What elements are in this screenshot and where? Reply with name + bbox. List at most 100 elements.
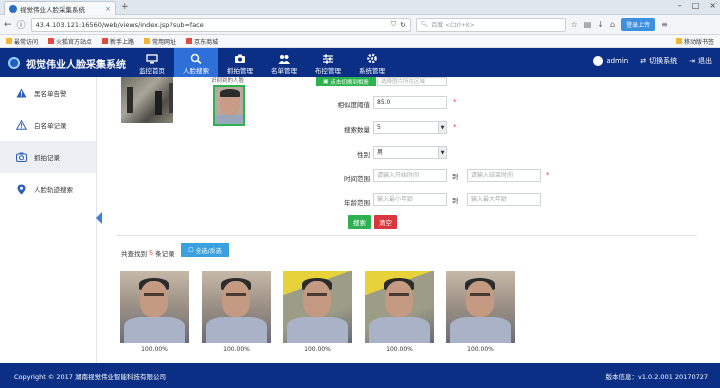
result-face-image — [446, 271, 515, 343]
browser-tab[interactable]: 视觉伟业人脸采集系统 × — [4, 1, 116, 15]
required-mark: * — [546, 171, 550, 179]
similarity-input[interactable]: 85.0 — [373, 96, 447, 109]
nav-capture[interactable]: 抓拍管理 — [218, 48, 262, 77]
sidebar-item-label: 白名单记录 — [34, 122, 67, 130]
age-min-input[interactable]: 输入最小年龄 — [373, 193, 447, 206]
bookmark-item[interactable]: 常用网址 — [144, 37, 176, 46]
warning-outline-icon — [16, 120, 27, 131]
count-label: 搜索数量 — [344, 126, 370, 134]
result-card[interactable]: 100.00% — [283, 271, 352, 357]
result-card[interactable]: 100.00% — [365, 271, 434, 357]
nav-monitor[interactable]: 监控首页 — [130, 48, 174, 77]
nav-label: 监控首页 — [139, 67, 165, 75]
age-max-input[interactable]: 输入最大年龄 — [467, 193, 541, 206]
bookmark-item[interactable]: 新手上路 — [102, 37, 134, 46]
checkbox-icon: ☐ — [188, 246, 194, 254]
select-all-button[interactable]: ☐ 全选/反选 — [181, 243, 229, 257]
result-face-image — [202, 271, 271, 343]
user-menu[interactable]: admin — [593, 56, 628, 66]
switch-system-button[interactable]: ⇄ 切换系统 — [640, 56, 677, 66]
library-icon[interactable]: ▤ — [584, 20, 592, 29]
app-logo-icon — [8, 57, 20, 69]
tab-close-icon[interactable]: × — [105, 5, 111, 13]
maximize-icon[interactable]: □ — [692, 1, 700, 10]
firefox-icon — [102, 38, 109, 44]
url-text: 43.4.103.121:16560/web/views/index.jsp?s… — [35, 20, 204, 29]
bookmark-item[interactable]: 最常访问 — [6, 37, 38, 46]
result-score: 100.00% — [386, 346, 413, 353]
sidebar-item-label: 人脸轨迹搜索 — [34, 186, 73, 194]
required-mark: * — [453, 123, 457, 131]
star-icon[interactable]: ☆ — [571, 20, 578, 29]
result-score: 100.00% — [304, 346, 331, 353]
nav-label: 系统管理 — [359, 67, 385, 75]
users-icon — [278, 53, 290, 64]
detected-face-thumbnail[interactable] — [213, 85, 245, 126]
switch-to-album-button[interactable]: ▣ 点击切换到相册 — [316, 77, 376, 86]
url-bar[interactable]: 43.4.103.121:16560/web/views/index.jsp?s… — [30, 17, 411, 32]
similarity-label: 相似度阈值 — [337, 101, 371, 109]
nav-system[interactable]: 系统管理 — [350, 48, 394, 77]
login-upload-button[interactable]: 登录上传 — [621, 18, 656, 31]
result-score: 100.00% — [467, 346, 494, 353]
home-icon[interactable]: ⌂ — [610, 20, 615, 29]
gender-value: 男 — [377, 149, 384, 156]
overflow-menu-icon[interactable]: ≡ — [661, 20, 668, 29]
clear-button[interactable]: 清空 — [374, 215, 397, 229]
time-start-input[interactable]: 请输入开始时间 — [373, 169, 447, 182]
folder-icon — [675, 38, 682, 44]
sidebar-item-face-trajectory[interactable]: 人脸轨迹搜索 — [0, 173, 96, 205]
nav-face-search[interactable]: 人脸搜索 — [174, 48, 218, 77]
window-close-icon[interactable]: × — [709, 1, 716, 10]
info-icon[interactable]: ⓘ — [17, 18, 26, 31]
result-count-number: 5 — [149, 249, 154, 257]
bookmark-item[interactable]: 火狐官方站点 — [48, 37, 92, 46]
source-image — [121, 77, 173, 123]
browser-search-box[interactable]: 🔍︎ 百度 <Ctrl+K> — [415, 17, 566, 32]
result-score: 100.00% — [141, 346, 168, 353]
nav-label: 布控管理 — [315, 67, 341, 75]
image-icon: ▣ — [323, 78, 329, 85]
version-text: 版本信息：v1.0.2.001 20170727 — [605, 373, 708, 381]
nav-list[interactable]: 名单管理 — [262, 48, 306, 77]
result-score: 100.00% — [223, 346, 250, 353]
firefox-icon — [48, 38, 55, 44]
sidebar-item-label: 抓拍记录 — [34, 154, 60, 162]
new-tab-icon[interactable]: + — [121, 2, 129, 12]
footer: Copyright © 2017 湖南视觉伟业智能科技有限公司 版本信息：v1.… — [0, 363, 720, 388]
result-card[interactable]: 100.00% — [202, 271, 271, 357]
bookmark-item[interactable]: 京东商城 — [186, 37, 218, 46]
mobile-bookmarks[interactable]: 移动版书签 — [675, 37, 714, 46]
count-select[interactable]: 5 ▼ — [373, 121, 447, 134]
location-icon — [16, 184, 27, 195]
result-card[interactable]: 100.00% — [120, 271, 189, 357]
sidebar-collapse-icon[interactable] — [96, 212, 102, 224]
nav-control[interactable]: 布控管理 — [306, 48, 350, 77]
folder-icon — [144, 38, 151, 44]
sidebar-item-whitelist-record[interactable]: 白名单记录 — [0, 109, 96, 141]
result-count: 共查找到 5 条记录 — [121, 249, 175, 258]
browser-search-placeholder: 百度 <Ctrl+K> — [431, 22, 475, 29]
gender-select[interactable]: 男 ▼ — [373, 146, 447, 159]
region-select-field[interactable]: 选择图片所在区域 — [377, 77, 447, 86]
search-button[interactable]: 搜索 — [348, 215, 371, 229]
result-card[interactable]: 100.00% — [446, 271, 515, 357]
tab-title: 视觉伟业人脸采集系统 — [20, 5, 85, 14]
result-face-image — [120, 271, 189, 343]
time-end-input[interactable]: 请输入结束时间 — [467, 169, 541, 182]
divider — [117, 235, 697, 236]
username: admin — [606, 57, 629, 65]
sidebar-item-blacklist-alarm[interactable]: 黑名单告警 — [0, 77, 96, 109]
sidebar-item-capture-record[interactable]: 抓拍记录 — [0, 141, 96, 173]
minimize-icon[interactable]: – — [678, 1, 682, 10]
logout-icon: ⇥ — [689, 57, 695, 65]
camera-record-icon — [16, 152, 27, 163]
logout-button[interactable]: ⇥ 退出 — [689, 56, 712, 66]
back-icon[interactable]: ← — [4, 20, 12, 30]
app-header: 视觉伟业人脸采集系统 监控首页 人脸搜索 抓拍管理 名单管理 布控管理 系统管理… — [0, 48, 720, 77]
window-controls: – □ × — [678, 1, 716, 10]
reload-icon[interactable]: ↻ — [400, 21, 405, 29]
count-value: 5 — [377, 124, 381, 131]
download-icon[interactable]: ↓ — [597, 20, 604, 29]
browser-toolbar-icons: ☆ ▤ ↓ ⌂ 登录上传 ≡ — [571, 18, 668, 31]
